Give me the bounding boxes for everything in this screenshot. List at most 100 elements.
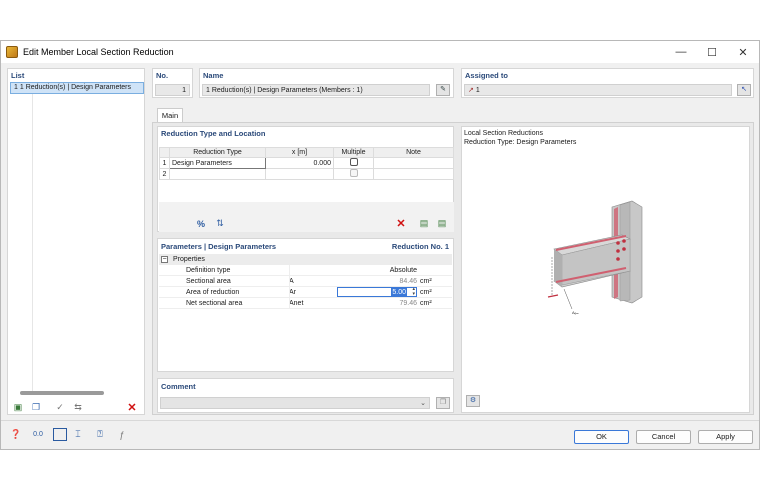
preview-subtitle: Reduction Type: Design Parameters (464, 139, 577, 146)
no-header: No. (156, 71, 169, 80)
add-item-icon[interactable]: ▣ (11, 401, 25, 414)
multiple-checkbox[interactable] (349, 158, 358, 166)
section-icon[interactable]: ⌶ (71, 428, 85, 441)
col-multiple: Multiple (333, 147, 374, 158)
no-field[interactable]: 1 (155, 84, 190, 96)
dimension-label: Aₑₘ (572, 310, 579, 315)
note-cell[interactable] (373, 168, 454, 180)
tab-main[interactable]: Main (157, 108, 183, 123)
property-label: Area of reduction (186, 289, 240, 296)
preview-panel: Local Section Reductions Reduction Type:… (461, 126, 750, 413)
ok-button[interactable]: OK (574, 430, 629, 444)
col-note: Note (373, 147, 454, 158)
multiple-cell[interactable] (333, 168, 374, 180)
properties-grid: − Properties Definition type Absolute Se… (159, 254, 453, 370)
assigned-header: Assigned to (465, 71, 508, 80)
beam-illustration: Aₑₘ (547, 200, 643, 315)
formula-icon[interactable]: ƒ (115, 428, 129, 441)
dialog-window: Edit Member Local Section Reduction — ☐ … (0, 40, 760, 450)
reduction-panel: Reduction Type and Location Reduction Ty… (157, 126, 454, 232)
collapse-icon[interactable]: − (161, 256, 168, 263)
property-row[interactable]: Definition type Absolute (159, 265, 452, 276)
name-field[interactable]: 1 Reduction(s) | Design Parameters (Memb… (202, 84, 430, 96)
property-unit: cm² (420, 278, 432, 285)
table-row[interactable]: 1 Design Parameters 0.000 (159, 157, 454, 169)
assigned-value: 1 (475, 87, 480, 94)
x-cell[interactable] (265, 168, 334, 180)
title-bar: Edit Member Local Section Reduction — ☐ … (1, 41, 759, 63)
close-icon[interactable]: ✕ (728, 41, 758, 63)
help-icon[interactable]: ❓ (9, 428, 23, 441)
group-label: Properties (173, 256, 205, 263)
footer-divider (1, 420, 759, 421)
property-value: Absolute (389, 267, 417, 274)
reduction-table: Reduction Type x [m] Multiple Note 1 Des… (159, 147, 454, 180)
sort-icon[interactable]: ⇅ (213, 217, 227, 230)
col-x: x [m] (265, 147, 334, 158)
export-icon[interactable]: ▤ (435, 217, 449, 230)
delete-item-icon[interactable]: ✕ (125, 401, 139, 414)
copy-item-icon[interactable]: ❐ (29, 401, 43, 414)
parameters-panel: Parameters | Design Parameters Reduction… (157, 238, 454, 372)
info-icon[interactable]: ⍰ (93, 428, 107, 441)
preview-settings-icon[interactable]: ⚙ (466, 395, 480, 407)
chevron-down-icon[interactable]: ⌄ (420, 398, 426, 409)
check-icon[interactable]: ✓ (53, 401, 67, 414)
property-unit: cm² (420, 289, 432, 296)
preview-title: Local Section Reductions (464, 130, 543, 137)
comment-field[interactable]: ⌄ (160, 397, 430, 409)
reduction-type-cell[interactable]: Design Parameters (169, 157, 266, 169)
list-panel: List 1 1 Reduction(s) | Design Parameter… (7, 68, 145, 415)
property-row[interactable]: Sectional area A 84.46 cm² (159, 276, 452, 287)
units-icon[interactable]: 0.0 (31, 428, 45, 441)
property-symbol: Anet (289, 300, 304, 307)
property-symbol: Ar (289, 289, 296, 296)
apply-button[interactable]: Apply (698, 430, 753, 444)
row-number: 2 (159, 168, 170, 180)
name-panel: Name 1 Reduction(s) | Design Parameters … (199, 68, 454, 98)
reduction-header: Reduction Type and Location (161, 129, 266, 138)
list-divider (32, 94, 33, 394)
comment-panel: Comment ⌄ ❐ (157, 378, 454, 413)
list-item-number: 1 (14, 84, 18, 91)
uncheck-icon[interactable]: ⇆ (71, 401, 85, 414)
tab-bar: Main (152, 108, 750, 123)
multiple-checkbox[interactable] (349, 169, 358, 177)
property-value: 84.46 (399, 278, 417, 285)
row-number: 1 (159, 157, 170, 169)
note-cell[interactable] (373, 157, 454, 169)
assigned-panel: Assigned to ↗ 1 ↖ (461, 68, 754, 98)
property-row[interactable]: Area of reduction Ar 5.00 ▴ ▾ cm² (159, 287, 452, 298)
select-member-icon[interactable]: ↖ (737, 84, 751, 96)
comment-copy-icon[interactable]: ❐ (436, 397, 450, 409)
reduction-type-value: Design Parameters (172, 159, 232, 167)
multiple-cell[interactable] (333, 157, 374, 169)
minimize-icon[interactable]: — (666, 41, 696, 63)
properties-group[interactable]: − Properties (159, 254, 452, 265)
view-icon[interactable] (53, 428, 67, 441)
list-item[interactable]: 1 1 Reduction(s) | Design Parameters (10, 82, 144, 94)
grid-divider (289, 265, 290, 309)
app-icon (6, 46, 18, 58)
col-reduction-type: Reduction Type (169, 147, 266, 158)
reduction-type-cell[interactable] (169, 168, 266, 180)
property-row[interactable]: Net sectional area Anet 79.46 cm² (159, 298, 452, 309)
property-value: 79.46 (399, 300, 417, 307)
parameters-header: Parameters | Design Parameters (161, 242, 277, 251)
area-reduction-input[interactable]: 5.00 ▴ ▾ (337, 287, 417, 297)
list-scrollbar[interactable] (20, 391, 104, 395)
cancel-button[interactable]: Cancel (636, 430, 691, 444)
edit-name-icon[interactable]: ✎ (436, 84, 450, 96)
percent-icon[interactable]: % (194, 217, 208, 230)
table-row[interactable]: 2 (159, 168, 454, 180)
no-panel: No. 1 (152, 68, 193, 98)
name-header: Name (203, 71, 224, 80)
assigned-field[interactable]: ↗ 1 (464, 84, 732, 96)
x-cell[interactable]: 0.000 (265, 157, 334, 169)
spinner-icon[interactable]: ▴ ▾ (412, 287, 415, 297)
reduction-number: Reduction No. 1 (391, 242, 449, 251)
maximize-icon[interactable]: ☐ (697, 41, 727, 63)
list-header: List (11, 71, 25, 80)
delete-row-icon[interactable]: ✕ (394, 217, 408, 230)
import-icon[interactable]: ▤ (417, 217, 431, 230)
